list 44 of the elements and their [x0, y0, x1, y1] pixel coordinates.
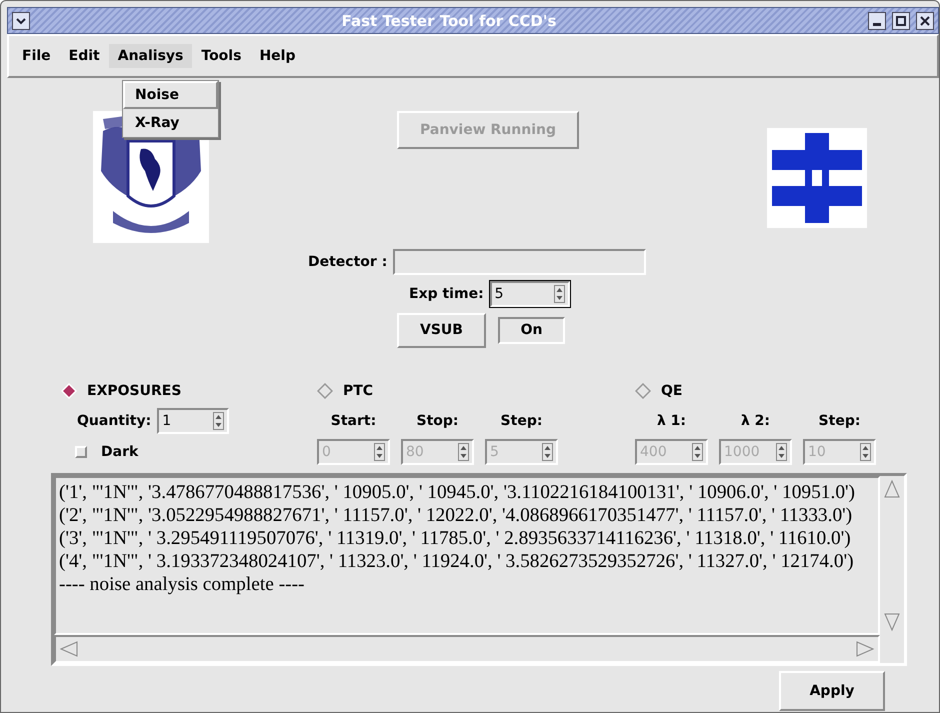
scroll-down-icon[interactable]: [882, 611, 902, 633]
radio-icon[interactable]: [635, 383, 651, 399]
exp-time-label: Exp time:: [409, 286, 484, 302]
radio-selected-icon[interactable]: [61, 383, 77, 399]
scroll-up-icon[interactable]: [882, 478, 902, 500]
apply-button[interactable]: Apply: [779, 671, 885, 711]
field-label: Stop:: [416, 413, 458, 429]
menu-option[interactable]: Noise: [123, 81, 218, 109]
field-label: Step:: [818, 413, 860, 429]
vsub-state-toggle[interactable]: On: [498, 316, 565, 344]
maximize-icon[interactable]: [892, 12, 910, 30]
spin-arrows-icon[interactable]: [554, 285, 565, 303]
quantity-field[interactable]: 1: [157, 408, 230, 434]
menu-item[interactable]: Help: [250, 44, 304, 68]
dark-label: Dark: [101, 444, 138, 460]
radio-label: QE: [661, 383, 682, 399]
exp-time-field[interactable]: 5: [490, 281, 570, 307]
field-label: λ 2:: [740, 413, 770, 429]
field-label: Start:: [330, 413, 376, 429]
dark-checkbox[interactable]: [75, 446, 87, 458]
window-menu-icon[interactable]: [12, 12, 30, 30]
close-icon[interactable]: [916, 12, 934, 30]
log-line: ('4', "'1N'", ' 3.193372348024107', ' 11323.0', ' 11924.0', ' 3.5826273529352726', ' 11327.0', ' 12174.0'): [59, 550, 855, 573]
log-line: ('3', "'1N'", ' 3.295491119507076', ' 11319.0', ' 11785.0', ' 2.8935633714116236', ' 11318.0', ' 11610.0'): [59, 527, 852, 550]
menu-item[interactable]: File: [13, 44, 60, 68]
window-title: Fast Tester Tool for CCD's: [340, 12, 558, 30]
radio-label: PTC: [343, 383, 374, 399]
menu-item[interactable]: Analisys: [108, 44, 192, 68]
radio-icon[interactable]: [317, 383, 333, 399]
log-line: ---- noise analysis complete ----: [59, 573, 306, 596]
menu-item[interactable]: Tools: [192, 44, 250, 68]
menu-option[interactable]: X-Ray: [123, 109, 218, 137]
log-line: ('1', "'1N'", '3.4786770488817536', ' 10905.0', ' 10945.0', '3.1102216184100131', ' 10906.0', ' 10951.0'): [59, 481, 856, 504]
minimize-icon[interactable]: [868, 12, 886, 30]
field-label: λ 1:: [656, 413, 686, 429]
vsub-button[interactable]: VSUB: [397, 312, 486, 348]
detector-label: Detector :: [308, 254, 388, 270]
quantity-label: Quantity:: [77, 413, 152, 429]
radio-label: EXPOSURES: [87, 383, 182, 399]
field-label: Step:: [500, 413, 542, 429]
logo-icon: [767, 128, 867, 228]
menu-item[interactable]: Edit: [60, 44, 109, 68]
spin-arrows-icon[interactable]: [213, 412, 224, 430]
log-line: ('2', "'1N'", '3.0522954988827671', ' 11157.0', ' 12022.0', '4.0868966170351477', ' 11157.0', ' 11333.0'): [59, 504, 854, 527]
